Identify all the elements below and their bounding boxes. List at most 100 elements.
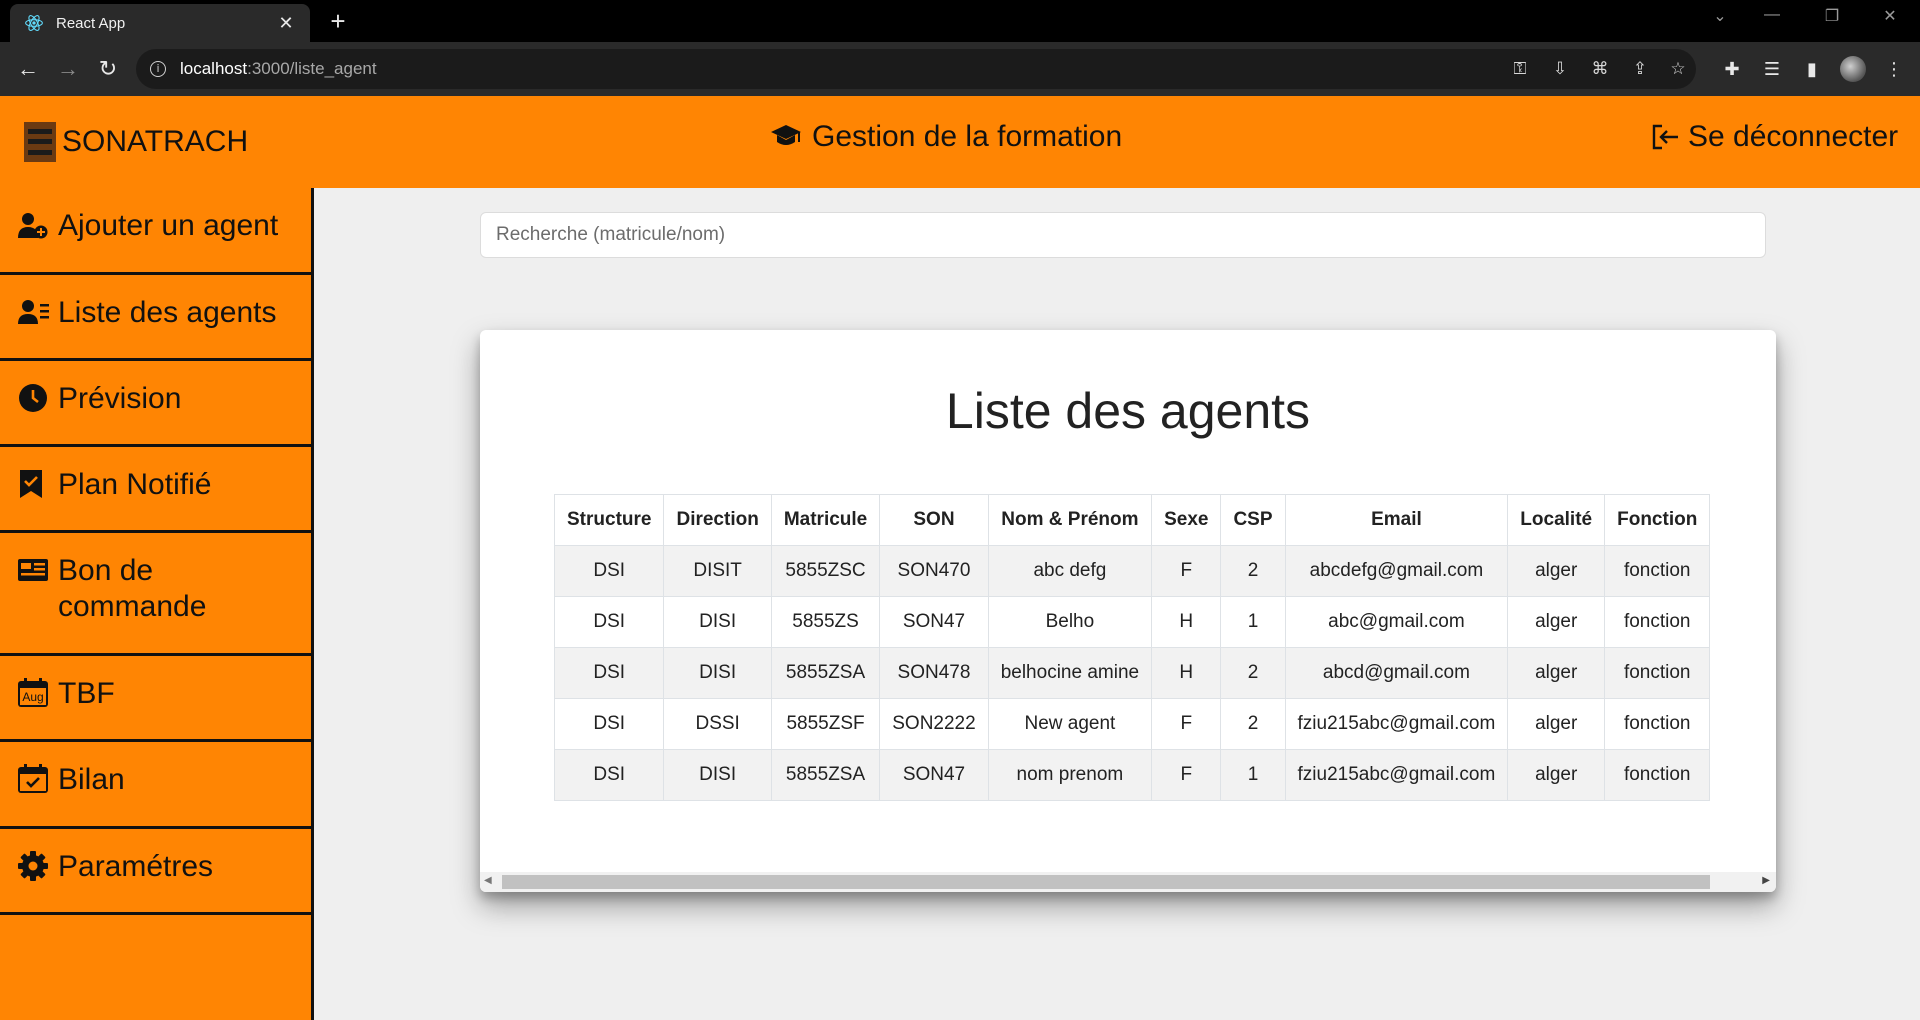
table-cell: fonction <box>1604 545 1711 597</box>
browser-tab[interactable]: React App ✕ <box>10 4 310 42</box>
table-cell: DSI <box>553 647 665 699</box>
sidebar-item-label: Ajouter un agent <box>58 209 279 242</box>
calendar-check-icon <box>18 762 50 796</box>
tab-search-icon[interactable]: ⌄ <box>1700 6 1740 26</box>
logout-label: Se déconnecter <box>1688 120 1899 153</box>
table-cell: New agent <box>987 698 1153 750</box>
search-input[interactable] <box>480 212 1766 258</box>
share-icon[interactable]: ⇪ <box>1626 49 1654 89</box>
app-title: Gestion de la formation <box>812 120 1123 153</box>
table-cell: 2 <box>1220 545 1286 597</box>
table-cell: SON2222 <box>879 698 989 750</box>
extensions-icon[interactable]: ✚ <box>1718 55 1746 83</box>
browser-toolbar: ← → ↻ i localhost:3000/liste_agent ⚿ ⇩ ⌘… <box>0 42 1920 96</box>
column-header: Email <box>1284 494 1509 546</box>
user-plus-icon <box>18 208 50 242</box>
table-cell: DSI <box>553 749 665 801</box>
table-cell: F <box>1151 698 1222 750</box>
sidebar-item-tbf[interactable]: Aug TBF <box>0 656 311 742</box>
sidebar-item-add-agent[interactable]: Ajouter un agent <box>0 188 311 275</box>
table-cell: 1 <box>1220 596 1286 648</box>
table-cell: abc@gmail.com <box>1284 596 1509 648</box>
table-row[interactable]: DSI DISI 5855ZS SON47 Belho H 1 abc@gmail.com al… <box>553 596 1711 648</box>
column-header: Localité <box>1507 494 1606 546</box>
horizontal-scrollbar[interactable]: ◀ ▶ <box>480 872 1776 892</box>
bookmark-check-icon <box>18 467 50 501</box>
column-header: Direction <box>663 494 772 546</box>
sidebar-item-bilan[interactable]: Bilan <box>0 742 311 829</box>
scrollbar-thumb[interactable] <box>502 875 1710 889</box>
table-cell: DISI <box>663 596 772 648</box>
install-icon[interactable]: ⇩ <box>1546 49 1574 89</box>
menu-icon[interactable]: ⋮ <box>1880 55 1908 83</box>
url-host: localhost <box>180 59 248 78</box>
sidebar-item-prevision[interactable]: Prévision <box>0 361 311 447</box>
new-tab-icon[interactable]: + <box>323 6 353 36</box>
table-cell: abc defg <box>987 545 1153 597</box>
table-header-row: Structure Direction Matricule SON Nom & … <box>553 494 1711 546</box>
sidebar-item-label: Paramétres <box>58 850 214 883</box>
table-cell: fonction <box>1604 698 1711 750</box>
scroll-left-icon[interactable]: ◀ <box>484 875 492 886</box>
tab-title: React App <box>56 14 126 32</box>
table-cell: alger <box>1507 698 1606 750</box>
brand-name: SONATRACH <box>62 125 249 158</box>
table-row[interactable]: DSI DISI 5855ZSA SON478 belhocine amine H 2 abc… <box>553 647 1711 699</box>
column-header: Structure <box>553 494 665 546</box>
address-bar[interactable]: i localhost:3000/liste_agent ⚿ ⇩ ⌘ ⇪ ☆ <box>136 49 1696 89</box>
sidebar-item-agent-list[interactable]: Liste des agents <box>0 275 311 361</box>
table-row[interactable]: DSI DSSI 5855ZSF SON2222 New agent F 2 fziu215a… <box>553 698 1711 750</box>
media-icon[interactable]: ☰ <box>1758 55 1786 83</box>
url-path: :3000/liste_agent <box>247 59 377 78</box>
brand[interactable]: SONATRACH <box>24 122 248 162</box>
key-icon[interactable]: ⚿ <box>1506 49 1534 89</box>
sidebar-item-label: Plan Notifié <box>58 468 212 501</box>
sidebar-item-parametres[interactable]: Paramétres <box>0 829 311 915</box>
table-cell: DISI <box>663 749 772 801</box>
scroll-right-icon[interactable]: ▶ <box>1762 875 1770 886</box>
user-list-icon <box>18 295 50 329</box>
table-cell: DSI <box>553 698 665 750</box>
table-cell: fziu215abc@gmail.com <box>1284 698 1509 750</box>
agents-table: Structure Direction Matricule SON Nom & … <box>553 494 1711 801</box>
close-tab-icon[interactable]: ✕ <box>276 13 296 34</box>
table-row[interactable]: DSI DISI 5855ZSA SON47 nom prenom F 1 fziu215ab… <box>553 749 1711 801</box>
table-cell: belhocine amine <box>987 647 1153 699</box>
translate-icon[interactable]: ⌘ <box>1586 49 1614 89</box>
restore-icon[interactable]: ❐ <box>1812 6 1852 26</box>
clock-icon <box>18 381 50 415</box>
column-header: CSP <box>1220 494 1286 546</box>
table-cell: 5855ZSA <box>770 647 881 699</box>
close-window-icon[interactable]: ✕ <box>1870 6 1910 26</box>
side-panel-icon[interactable]: ▮ <box>1798 55 1826 83</box>
table-cell: F <box>1151 749 1222 801</box>
table-cell: 1 <box>1220 749 1286 801</box>
table-row[interactable]: DSI DISIT 5855ZSC SON470 abc defg F 2 abcdefg@g… <box>553 545 1711 597</box>
column-header: Nom & Prénom <box>987 494 1153 546</box>
sidebar-item-label: Liste des agents <box>58 296 277 329</box>
star-icon[interactable]: ☆ <box>1664 49 1692 89</box>
table-cell: 5855ZSA <box>770 749 881 801</box>
table-cell: nom prenom <box>987 749 1153 801</box>
table-cell: Belho <box>987 596 1153 648</box>
forward-icon[interactable]: → <box>54 55 82 83</box>
back-icon[interactable]: ← <box>14 55 42 83</box>
page-title: Gestion de la formation <box>770 120 1122 154</box>
sidebar-item-plan-notifie[interactable]: Plan Notifié <box>0 447 311 533</box>
table-cell: DISIT <box>663 545 772 597</box>
minimize-icon[interactable]: — <box>1752 6 1792 24</box>
table-cell: DSSI <box>663 698 772 750</box>
react-icon <box>25 15 43 31</box>
table-cell: abcd@gmail.com <box>1284 647 1509 699</box>
sidebar-item-bon-de-commande[interactable]: Bon de commande <box>0 533 311 656</box>
sidebar: Ajouter un agent Liste des agents Prévis… <box>0 188 314 1020</box>
table-cell: DSI <box>553 596 665 648</box>
table-cell: abcdefg@gmail.com <box>1284 545 1509 597</box>
profile-avatar[interactable] <box>1840 56 1866 82</box>
logout-button[interactable]: Se déconnecter <box>1650 120 1898 154</box>
logout-icon <box>1652 124 1678 150</box>
sonatrach-logo-icon <box>24 122 56 162</box>
reload-icon[interactable]: ↻ <box>94 55 122 83</box>
site-info-icon[interactable]: i <box>150 61 166 77</box>
table-cell: 5855ZSF <box>770 698 881 750</box>
